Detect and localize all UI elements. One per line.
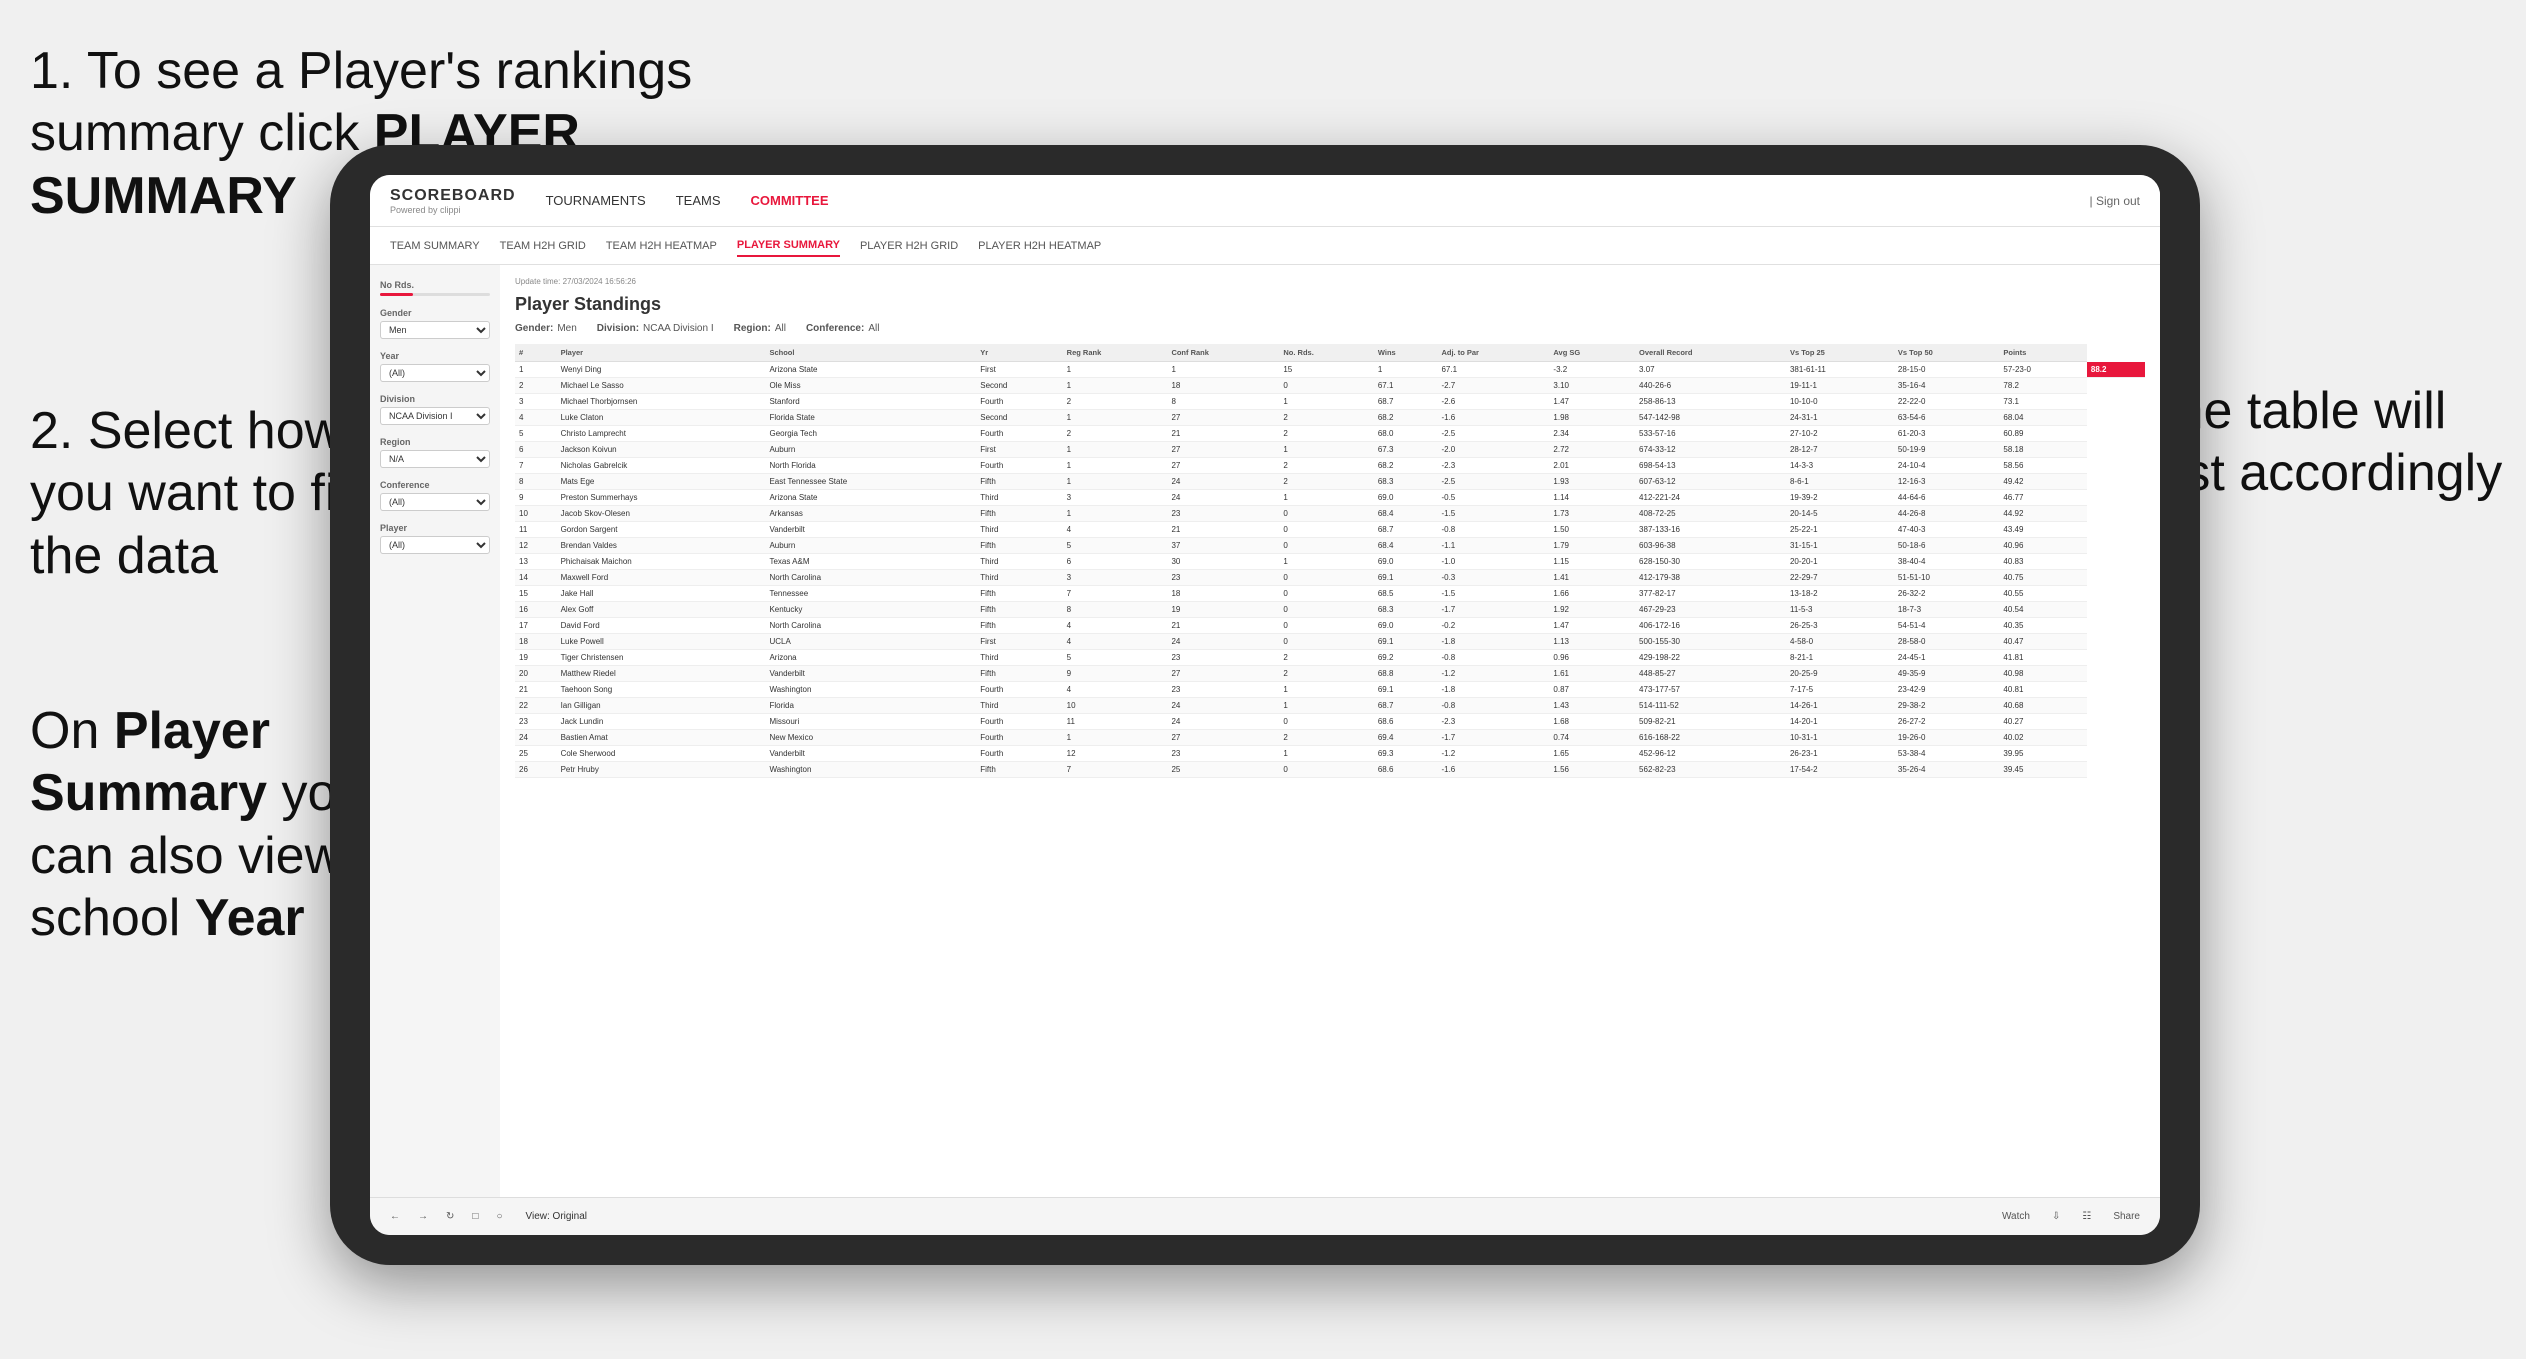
conference-select[interactable]: (All) (380, 493, 490, 511)
table-title: Player Standings (515, 294, 2145, 315)
table-row[interactable]: 22Ian GilliganFloridaThird1024168.7-0.81… (515, 698, 2145, 714)
subnav-team-summary[interactable]: TEAM SUMMARY (390, 236, 480, 256)
tablet-screen: SCOREBOARD Powered by clippi TOURNAMENTS… (370, 175, 2160, 1235)
table-filters: Gender: Men Division: NCAA Division I Re… (515, 323, 2145, 334)
subnav-player-h2h-heatmap[interactable]: PLAYER H2H HEATMAP (978, 236, 1101, 256)
nav-tournaments[interactable]: TOURNAMENTS (546, 188, 646, 213)
col-vs50: Vs Top 50 (1894, 344, 1999, 362)
col-player: Player (557, 344, 766, 362)
table-row[interactable]: 10Jacob Skov-OlesenArkansasFifth123068.4… (515, 506, 2145, 522)
table-row[interactable]: 11Gordon SargentVanderbiltThird421068.7-… (515, 522, 2145, 538)
col-school: School (765, 344, 976, 362)
view-label: View: Original (525, 1211, 587, 1222)
subnav-player-summary[interactable]: PLAYER SUMMARY (737, 235, 840, 257)
division-label: Division (380, 394, 490, 404)
table-row[interactable]: 16Alex GoffKentuckyFifth819068.3-1.71.92… (515, 602, 2145, 618)
table-row[interactable]: 1Wenyi DingArizona StateFirst1115167.1-3… (515, 362, 2145, 378)
sub-navigation: TEAM SUMMARY TEAM H2H GRID TEAM H2H HEAT… (370, 227, 2160, 265)
col-no-rds: No. Rds. (1279, 344, 1374, 362)
player-select[interactable]: (All) (380, 536, 490, 554)
standings-table: # Player School Yr Reg Rank Conf Rank No… (515, 344, 2145, 778)
nav-links: TOURNAMENTS TEAMS COMMITTEE (546, 188, 2090, 213)
main-content: No Rds. Gender Men Year (All) Division N… (370, 265, 2160, 1197)
logo-title: SCOREBOARD (390, 187, 516, 205)
col-reg-rank: Reg Rank (1063, 344, 1168, 362)
tablet-device: SCOREBOARD Powered by clippi TOURNAMENTS… (330, 145, 2200, 1265)
app-logo: SCOREBOARD Powered by clippi (390, 187, 516, 215)
subnav-team-h2h-grid[interactable]: TEAM H2H GRID (500, 236, 586, 256)
subnav-player-h2h-grid[interactable]: PLAYER H2H GRID (860, 236, 958, 256)
logo-subtitle: Powered by clippi (390, 205, 516, 215)
table-row[interactable]: 23Jack LundinMissouriFourth1124068.6-2.3… (515, 714, 2145, 730)
navigation-bar: SCOREBOARD Powered by clippi TOURNAMENTS… (370, 175, 2160, 227)
table-row[interactable]: 24Bastien AmatNew MexicoFourth127269.4-1… (515, 730, 2145, 746)
col-yr: Yr (976, 344, 1062, 362)
update-time: Update time: 27/03/2024 16:56:26 (515, 277, 2145, 286)
bottom-toolbar: ← → ↻ □ ○ View: Original Watch ⇩ ☷ Share (370, 1197, 2160, 1235)
col-adj: Adj. to Par (1437, 344, 1549, 362)
table-row[interactable]: 20Matthew RiedelVanderbiltFifth927268.8-… (515, 666, 2145, 682)
table-row[interactable]: 26Petr HrubyWashingtonFifth725068.6-1.61… (515, 762, 2145, 778)
watch-button[interactable]: Watch (1997, 1209, 2035, 1224)
col-num: # (515, 344, 557, 362)
share-button[interactable]: Share (2108, 1209, 2145, 1224)
table-body: 1Wenyi DingArizona StateFirst1115167.1-3… (515, 362, 2145, 778)
copy-button[interactable]: □ (467, 1209, 483, 1224)
table-row[interactable]: 18Luke PowellUCLAFirst424069.1-1.81.1350… (515, 634, 2145, 650)
refresh-button[interactable]: ↻ (441, 1209, 459, 1224)
table-row[interactable]: 17David FordNorth CarolinaFifth421069.0-… (515, 618, 2145, 634)
region-filter: Region: All (734, 323, 786, 334)
col-vs25: Vs Top 25 (1786, 344, 1894, 362)
col-wins: Wins (1374, 344, 1438, 362)
filter-sidebar: No Rds. Gender Men Year (All) Division N… (370, 265, 500, 1197)
table-row[interactable]: 15Jake HallTennesseeFifth718068.5-1.51.6… (515, 586, 2145, 602)
conference-filter: Conference: All (806, 323, 879, 334)
clock-button[interactable]: ○ (491, 1209, 507, 1224)
table-row[interactable]: 21Taehoon SongWashingtonFourth423169.1-1… (515, 682, 2145, 698)
gender-select[interactable]: Men (380, 321, 490, 339)
gender-filter: Gender: Men (515, 323, 577, 334)
table-header: # Player School Yr Reg Rank Conf Rank No… (515, 344, 2145, 362)
region-select[interactable]: N/A (380, 450, 490, 468)
undo-button[interactable]: ← (385, 1209, 405, 1224)
grid-button[interactable]: ☷ (2077, 1209, 2096, 1224)
gender-label: Gender (380, 308, 490, 318)
table-row[interactable]: 3Michael ThorbjornsenStanfordFourth28168… (515, 394, 2145, 410)
data-table-area: Update time: 27/03/2024 16:56:26 Player … (500, 265, 2160, 1197)
table-row[interactable]: 4Luke ClatonFlorida StateSecond127268.2-… (515, 410, 2145, 426)
export-button[interactable]: ⇩ (2047, 1209, 2065, 1224)
no-rds-label: No Rds. (380, 280, 490, 290)
table-row[interactable]: 25Cole SherwoodVanderbiltFourth1223169.3… (515, 746, 2145, 762)
table-row[interactable]: 13Phichaisak MaichonTexas A&MThird630169… (515, 554, 2145, 570)
no-rds-slider[interactable] (380, 293, 490, 296)
player-summary-bold: Player Summary (30, 702, 270, 822)
table-row[interactable]: 14Maxwell FordNorth CarolinaThird323069.… (515, 570, 2145, 586)
col-points: Points (1999, 344, 2087, 362)
toolbar-right: Watch ⇩ ☷ Share (1997, 1209, 2145, 1224)
table-row[interactable]: 6Jackson KoivunAuburnFirst127167.3-2.02.… (515, 442, 2145, 458)
region-label: Region (380, 437, 490, 447)
division-select[interactable]: NCAA Division I (380, 407, 490, 425)
table-row[interactable]: 9Preston SummerhaysArizona StateThird324… (515, 490, 2145, 506)
col-avg-sg: Avg SG (1549, 344, 1635, 362)
nav-sign-out[interactable]: | Sign out (2090, 194, 2140, 208)
division-filter: Division: NCAA Division I (597, 323, 714, 334)
year-bold: Year (195, 889, 305, 947)
year-label: Year (380, 351, 490, 361)
table-row[interactable]: 12Brendan ValdesAuburnFifth537068.4-1.11… (515, 538, 2145, 554)
player-label: Player (380, 523, 490, 533)
table-row[interactable]: 19Tiger ChristensenArizonaThird523269.2-… (515, 650, 2145, 666)
table-row[interactable]: 5Christo LamprechtGeorgia TechFourth2212… (515, 426, 2145, 442)
subnav-team-h2h-heatmap[interactable]: TEAM H2H HEATMAP (606, 236, 717, 256)
redo-button[interactable]: → (413, 1209, 433, 1224)
col-conf-rank: Conf Rank (1167, 344, 1279, 362)
table-row[interactable]: 8Mats EgeEast Tennessee StateFifth124268… (515, 474, 2145, 490)
year-select[interactable]: (All) (380, 364, 490, 382)
nav-teams[interactable]: TEAMS (676, 188, 721, 213)
table-row[interactable]: 7Nicholas GabrelcikNorth FloridaFourth12… (515, 458, 2145, 474)
col-overall: Overall Record (1635, 344, 1786, 362)
conference-label: Conference (380, 480, 490, 490)
table-row[interactable]: 2Michael Le SassoOle MissSecond118067.1-… (515, 378, 2145, 394)
nav-committee[interactable]: COMMITTEE (751, 188, 829, 213)
